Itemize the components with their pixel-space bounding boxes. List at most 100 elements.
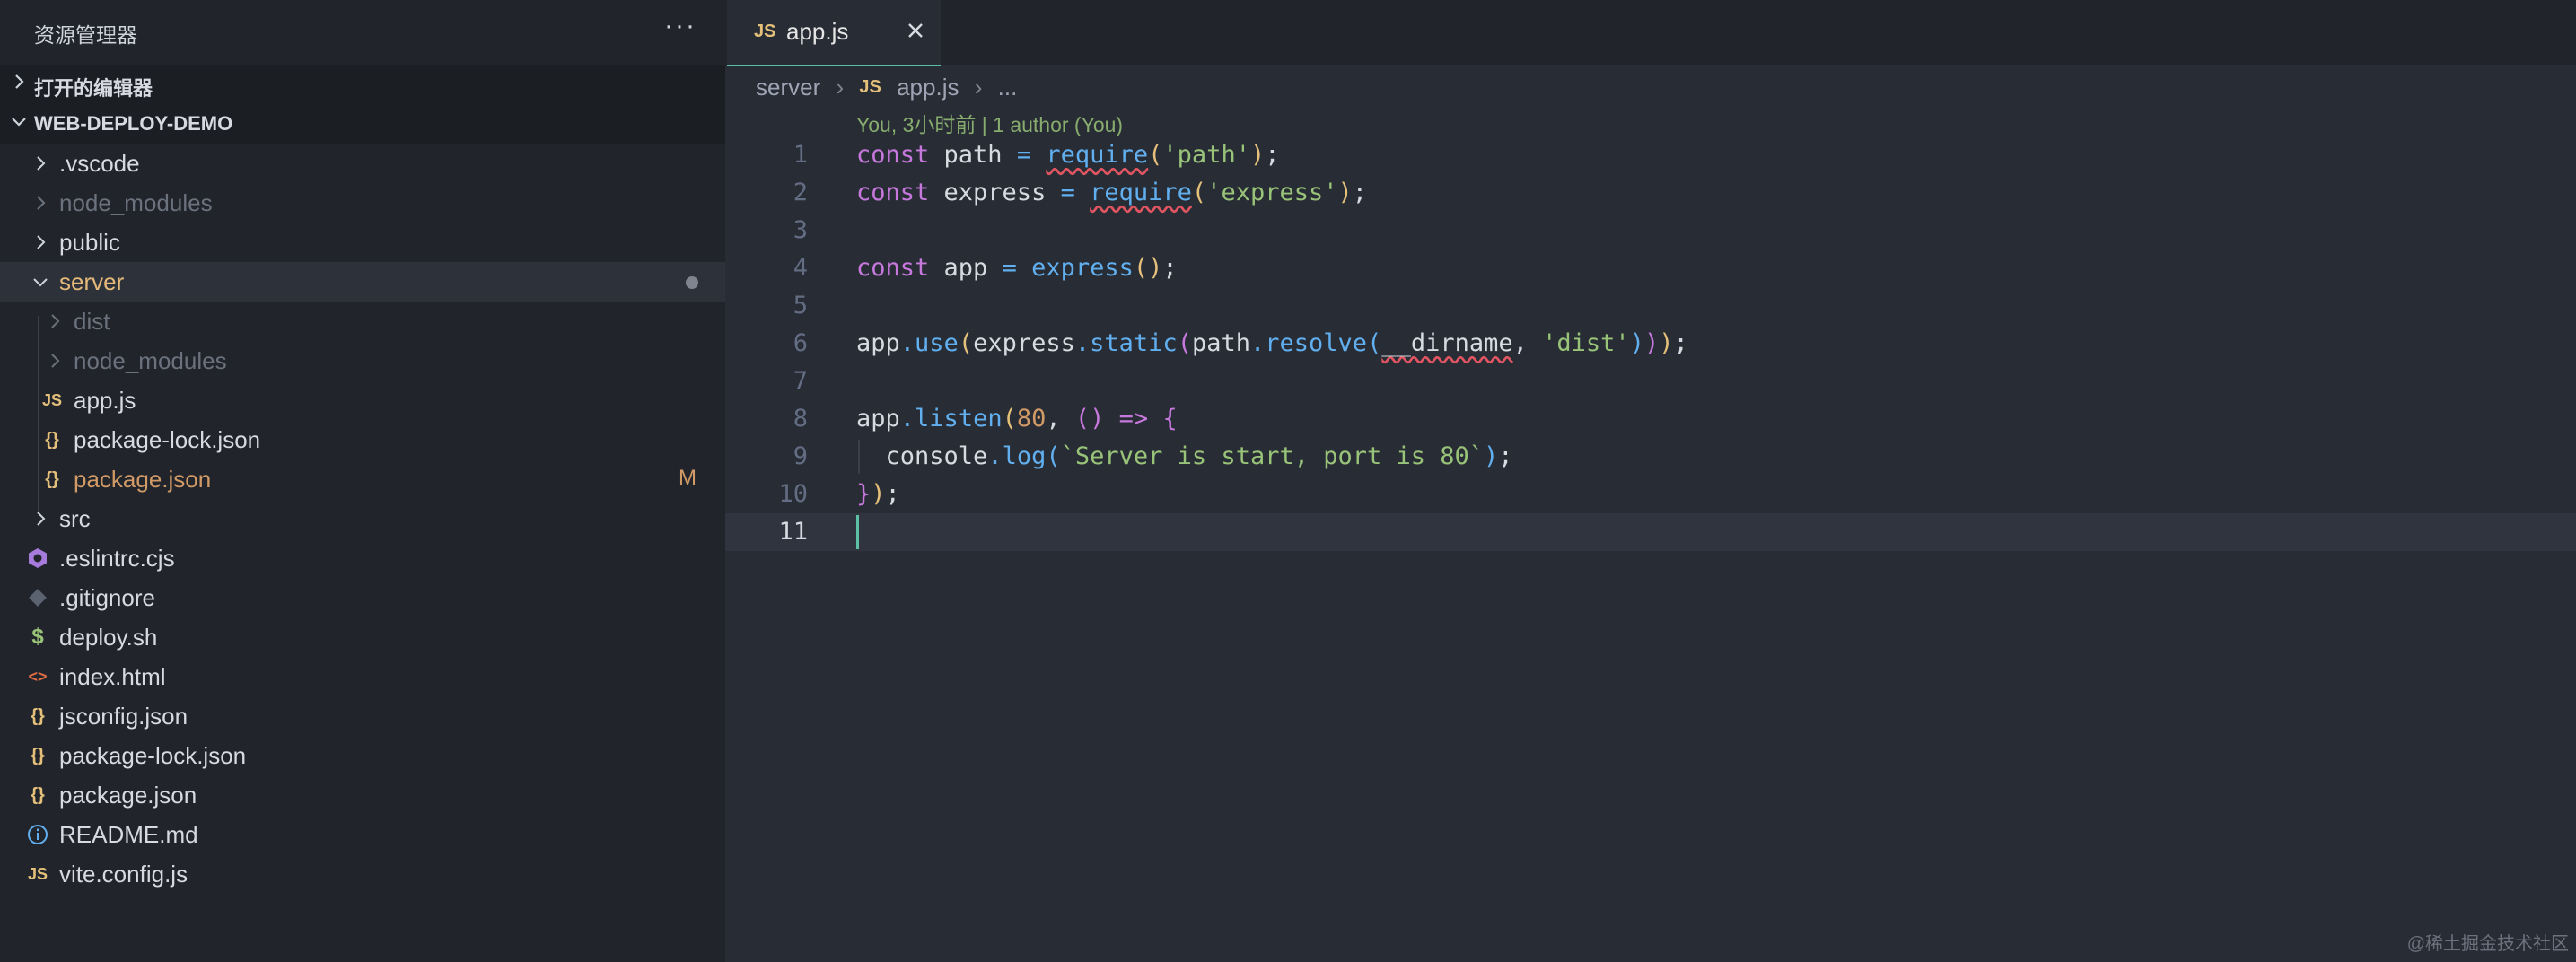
json-file-icon: {} bbox=[45, 430, 59, 450]
close-icon[interactable] bbox=[903, 18, 928, 43]
code-line: 10 }); bbox=[725, 476, 2576, 513]
chevron-right-icon: › bbox=[836, 73, 845, 101]
tree-item-label: dist bbox=[74, 308, 110, 335]
tree-item-gitignore[interactable]: .gitignore bbox=[0, 578, 725, 617]
chevron-right-icon bbox=[37, 156, 46, 171]
project-label: WEB-DEPLOY-DEMO bbox=[34, 112, 233, 135]
tree-item-index-html[interactable]: <> index.html bbox=[0, 657, 725, 696]
explorer-title: 资源管理器 bbox=[34, 23, 137, 47]
tree-item-public[interactable]: public bbox=[0, 223, 725, 262]
code-text: app.use(express.static(path.resolve(__di… bbox=[856, 329, 1688, 357]
tree-item-label: .vscode bbox=[59, 150, 140, 177]
open-editors-section[interactable]: 打开的编辑器 bbox=[0, 65, 725, 104]
git-blame-codelens[interactable]: You, 3小时前 | 1 author (You) bbox=[856, 108, 1123, 138]
chevron-down-icon bbox=[33, 278, 48, 287]
tree-item-vite-config[interactable]: JS vite.config.js bbox=[0, 854, 725, 894]
chevron-right-icon bbox=[37, 196, 46, 210]
js-file-icon: JS bbox=[754, 22, 776, 41]
chevron-right-icon bbox=[37, 512, 46, 526]
tree-item-node-modules[interactable]: node_modules bbox=[0, 183, 725, 223]
tree-item-src[interactable]: src bbox=[0, 499, 725, 538]
json-file-icon: {} bbox=[31, 785, 45, 805]
tree-item-server-node-modules[interactable]: node_modules bbox=[0, 341, 725, 380]
tree-item-label: package-lock.json bbox=[74, 426, 261, 453]
tree-item-vscode[interactable]: .vscode bbox=[0, 144, 725, 183]
chevron-right-icon: › bbox=[974, 73, 983, 101]
code-text: const express = require('express'); bbox=[856, 179, 1368, 206]
line-number: 8 bbox=[793, 405, 808, 433]
open-editors-label: 打开的编辑器 bbox=[34, 77, 153, 100]
chevron-right-icon bbox=[15, 74, 24, 89]
line-number: 5 bbox=[793, 292, 808, 319]
tree-item-label: deploy.sh bbox=[59, 624, 158, 651]
explorer-sidebar: 资源管理器 ··· 打开的编辑器 WEB-DEPLOY-DEMO .vscode… bbox=[0, 0, 725, 962]
editor-pane: JS app.js server › JS app.js › ... You, … bbox=[725, 0, 2576, 962]
code-text: }); bbox=[856, 480, 900, 508]
tree-item-app-js[interactable]: JS app.js bbox=[0, 380, 725, 420]
tree-item-label: src bbox=[59, 505, 91, 532]
breadcrumb: server › JS app.js › ... bbox=[756, 72, 1017, 101]
tree-item-label: README.md bbox=[59, 821, 198, 848]
line-number: 3 bbox=[793, 216, 808, 244]
code-line: 7 bbox=[725, 363, 2576, 400]
code-line: 8 app.listen(80, () => { bbox=[725, 400, 2576, 438]
chevron-down-icon bbox=[12, 118, 26, 127]
line-number: 10 bbox=[778, 480, 808, 508]
chevron-right-icon bbox=[51, 314, 60, 328]
code-line: 1 const path = require('path'); bbox=[725, 136, 2576, 174]
tree-item-jsconfig[interactable]: {} jsconfig.json bbox=[0, 696, 725, 736]
code-text: console.log(`Server is start, port is 80… bbox=[856, 442, 1513, 470]
breadcrumb-file[interactable]: app.js bbox=[897, 74, 959, 101]
code-line: 5 bbox=[725, 287, 2576, 325]
tree-item-label: app.js bbox=[74, 387, 136, 414]
tree-item-deploy-sh[interactable]: $ deploy.sh bbox=[0, 617, 725, 657]
tab-app-js[interactable]: JS app.js bbox=[727, 0, 941, 66]
tree-item-label: index.html bbox=[59, 663, 166, 690]
more-actions-icon[interactable]: ··· bbox=[664, 11, 697, 41]
json-file-icon: {} bbox=[31, 746, 45, 765]
breadcrumb-symbols[interactable]: ... bbox=[998, 74, 1018, 101]
tree-item-server[interactable]: server bbox=[0, 262, 725, 302]
tree-item-label: node_modules bbox=[59, 189, 213, 216]
tree-item-readme[interactable]: README.md bbox=[0, 815, 725, 854]
code-line: 2 const express = require('express'); bbox=[725, 174, 2576, 212]
tree-item-label: server bbox=[59, 268, 125, 295]
json-file-icon: {} bbox=[45, 469, 59, 489]
tree-item-server-package-lock[interactable]: {} package-lock.json bbox=[0, 420, 725, 459]
tree-item-package-lock[interactable]: {} package-lock.json bbox=[0, 736, 725, 775]
html-file-icon: <> bbox=[28, 668, 48, 686]
tree-item-package-json[interactable]: {} package.json bbox=[0, 775, 725, 815]
line-number: 4 bbox=[793, 254, 808, 282]
tree-item-label: package.json bbox=[74, 466, 212, 493]
text-cursor bbox=[856, 515, 859, 549]
line-number: 11 bbox=[778, 518, 808, 546]
chevron-right-icon bbox=[37, 235, 46, 249]
tree-item-label: vite.config.js bbox=[59, 861, 188, 888]
breadcrumb-folder[interactable]: server bbox=[756, 74, 820, 101]
eslint-file-icon bbox=[29, 548, 47, 568]
tab-label: app.js bbox=[786, 18, 849, 45]
tree-item-server-package-json[interactable]: {} package.json M bbox=[0, 459, 725, 499]
js-file-icon: JS bbox=[41, 391, 63, 409]
project-section[interactable]: WEB-DEPLOY-DEMO bbox=[0, 104, 725, 144]
tree-item-label: package.json bbox=[59, 782, 197, 809]
tree-item-eslintrc[interactable]: .eslintrc.cjs bbox=[0, 538, 725, 578]
chevron-right-icon bbox=[51, 354, 60, 368]
code-text: const path = require('path'); bbox=[856, 141, 1280, 169]
line-number: 7 bbox=[793, 367, 808, 395]
tree-item-label: .gitignore bbox=[59, 584, 155, 611]
watermark: @稀土掘金技术社区 bbox=[2406, 934, 2569, 954]
tab-bar: JS app.js bbox=[725, 0, 2576, 66]
code-text: app.listen(80, () => { bbox=[856, 405, 1178, 433]
json-file-icon: {} bbox=[31, 706, 45, 726]
tree-item-label: node_modules bbox=[74, 347, 227, 374]
code-line: 3 bbox=[725, 212, 2576, 249]
tree-item-dist[interactable]: dist bbox=[0, 302, 725, 341]
code-line: 4 const app = express(); bbox=[725, 249, 2576, 287]
modified-dot-icon bbox=[686, 276, 698, 289]
explorer-header: 资源管理器 ··· bbox=[0, 0, 725, 65]
shell-file-icon: $ bbox=[31, 625, 44, 649]
info-file-icon bbox=[28, 825, 48, 844]
code-line: 6 app.use(express.static(path.resolve(__… bbox=[725, 325, 2576, 363]
tree-item-label: jsconfig.json bbox=[59, 703, 188, 730]
